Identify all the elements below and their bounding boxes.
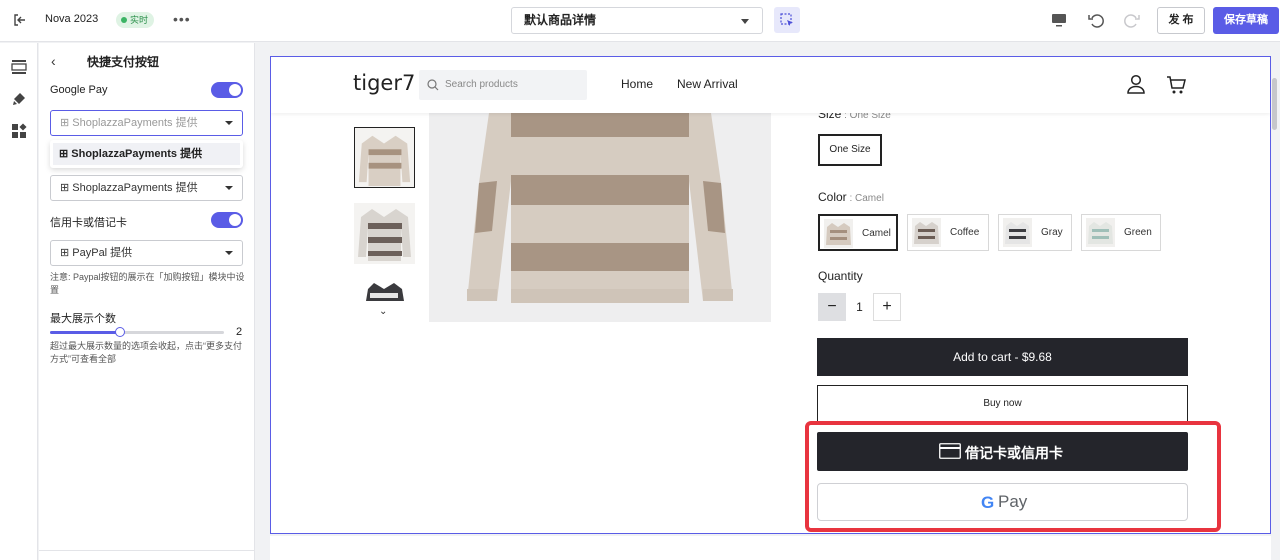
chevron-down-icon bbox=[225, 186, 233, 190]
color-name: Coffee bbox=[950, 227, 980, 238]
quantity-input[interactable]: 1 bbox=[846, 293, 873, 321]
chevron-down-icon bbox=[225, 121, 233, 125]
color-swatch-green bbox=[1086, 218, 1115, 247]
max-display-slider[interactable] bbox=[50, 327, 224, 337]
divider bbox=[39, 550, 255, 551]
color-option-camel[interactable]: Camel bbox=[818, 214, 898, 251]
inspect-select-button[interactable] bbox=[774, 7, 800, 33]
save-draft-button[interactable]: 保存草稿 bbox=[1213, 7, 1279, 34]
product-main-image bbox=[429, 113, 771, 322]
live-status-badge: 实时 bbox=[116, 12, 155, 28]
google-pay-provider-select[interactable]: ⊞ ShoplazzaPayments 提供 bbox=[50, 110, 243, 136]
card-provider-value: ⊞ ShoplazzaPayments 提供 bbox=[60, 182, 198, 194]
exit-icon[interactable] bbox=[12, 12, 28, 28]
quantity-increase-button[interactable]: + bbox=[873, 293, 901, 321]
slider-thumb[interactable] bbox=[114, 327, 125, 337]
quantity-label: Quantity bbox=[818, 269, 863, 283]
size-option-one-size[interactable]: One Size bbox=[818, 134, 882, 166]
card-provider-select[interactable]: ⊞ ShoplazzaPayments 提供 bbox=[50, 175, 243, 201]
store-header: tiger7 Search products Home New Arrival bbox=[271, 57, 1270, 113]
card-label: 信用卡或借记卡 bbox=[50, 217, 127, 229]
theme-name: Nova 2023 bbox=[45, 13, 99, 25]
store-logo[interactable]: tiger7 bbox=[353, 71, 415, 95]
nav-link-home[interactable]: Home bbox=[621, 77, 653, 91]
quantity-decrease-button[interactable]: − bbox=[818, 293, 846, 321]
paypal-provider-value: ⊞ PayPal 提供 bbox=[60, 247, 133, 259]
top-bar: Nova 2023 实时 ••• 默认商品详情 发 布 保存草稿 bbox=[0, 0, 1280, 42]
color-name: Green bbox=[1124, 227, 1152, 238]
sweater-image bbox=[467, 113, 733, 303]
publish-button[interactable]: 发 布 bbox=[1157, 7, 1205, 34]
card-toggle[interactable] bbox=[211, 212, 243, 228]
max-display-note: 超过最大展示数量的选项会收起，点击“更多支付方式”可查看全部 bbox=[50, 341, 242, 364]
left-icon-rail bbox=[0, 43, 38, 560]
color-swatch-gray bbox=[1003, 218, 1032, 247]
preview-lower-area bbox=[270, 536, 1271, 560]
color-option-coffee[interactable]: Coffee bbox=[907, 214, 989, 251]
store-search-input[interactable]: Search products bbox=[419, 70, 587, 100]
color-swatch-camel bbox=[824, 219, 853, 248]
color-name: Gray bbox=[1041, 227, 1063, 238]
nav-link-new-arrival[interactable]: New Arrival bbox=[677, 77, 738, 91]
slider-fill bbox=[50, 331, 120, 334]
redo-icon[interactable] bbox=[1123, 11, 1141, 29]
panel-title: 快捷支付按钮 bbox=[87, 55, 160, 69]
account-icon[interactable] bbox=[1126, 74, 1146, 94]
search-placeholder: Search products bbox=[445, 79, 518, 90]
color-option-green[interactable]: Green bbox=[1081, 214, 1161, 251]
thumbnail-scroll-down-icon[interactable]: ⌄ bbox=[379, 306, 387, 317]
back-arrow-icon[interactable]: ‹ bbox=[51, 53, 56, 69]
apps-icon[interactable] bbox=[11, 123, 27, 139]
max-display-value: 2 bbox=[236, 326, 243, 338]
google-pay-provider-value: ⊞ ShoplazzaPayments 提供 bbox=[60, 117, 198, 129]
cart-icon[interactable] bbox=[1166, 75, 1186, 95]
preview-scrollbar[interactable] bbox=[1272, 78, 1277, 130]
sweater-image bbox=[358, 209, 411, 261]
color-option-gray[interactable]: Gray bbox=[998, 214, 1072, 251]
google-pay-label: Google Pay bbox=[50, 84, 108, 96]
sections-icon[interactable] bbox=[11, 59, 27, 75]
desktop-device-icon[interactable] bbox=[1051, 12, 1067, 28]
paypal-provider-select[interactable]: ⊞ PayPal 提供 bbox=[50, 240, 243, 266]
color-label: Color : Camel bbox=[818, 190, 884, 204]
color-name: Camel bbox=[862, 228, 891, 239]
google-pay-toggle[interactable] bbox=[211, 82, 243, 98]
provider-dropdown-menu: ⊞ ShoplazzaPayments 提供 bbox=[50, 140, 243, 168]
undo-icon[interactable] bbox=[1087, 11, 1105, 29]
select-cursor-icon bbox=[780, 13, 793, 26]
theme-style-icon[interactable] bbox=[11, 91, 27, 107]
highlight-box bbox=[805, 421, 1221, 532]
more-options-icon[interactable]: ••• bbox=[173, 11, 191, 27]
max-display-label: 最大展示个数 bbox=[50, 313, 116, 325]
search-icon bbox=[427, 79, 439, 91]
sweater-image bbox=[358, 135, 411, 187]
page-template-select[interactable]: 默认商品详情 bbox=[511, 7, 763, 34]
paypal-note: 注意: Paypal按钮的展示在「加购按钮」模块中设置 bbox=[50, 272, 245, 295]
chevron-down-icon bbox=[741, 19, 749, 24]
product-thumbnail-2[interactable] bbox=[354, 203, 415, 264]
add-to-cart-button[interactable]: Add to cart - $9.68 bbox=[817, 338, 1188, 376]
color-swatch-coffee bbox=[912, 218, 941, 247]
buy-now-button[interactable]: Buy now bbox=[817, 385, 1188, 422]
page-template-select-value: 默认商品详情 bbox=[524, 13, 597, 27]
settings-panel: ‹ 快捷支付按钮 Google Pay ⊞ ShoplazzaPayments … bbox=[39, 43, 255, 560]
chevron-down-icon bbox=[225, 251, 233, 255]
product-thumbnail-1[interactable] bbox=[354, 127, 415, 188]
provider-option[interactable]: ⊞ ShoplazzaPayments 提供 bbox=[53, 143, 240, 165]
